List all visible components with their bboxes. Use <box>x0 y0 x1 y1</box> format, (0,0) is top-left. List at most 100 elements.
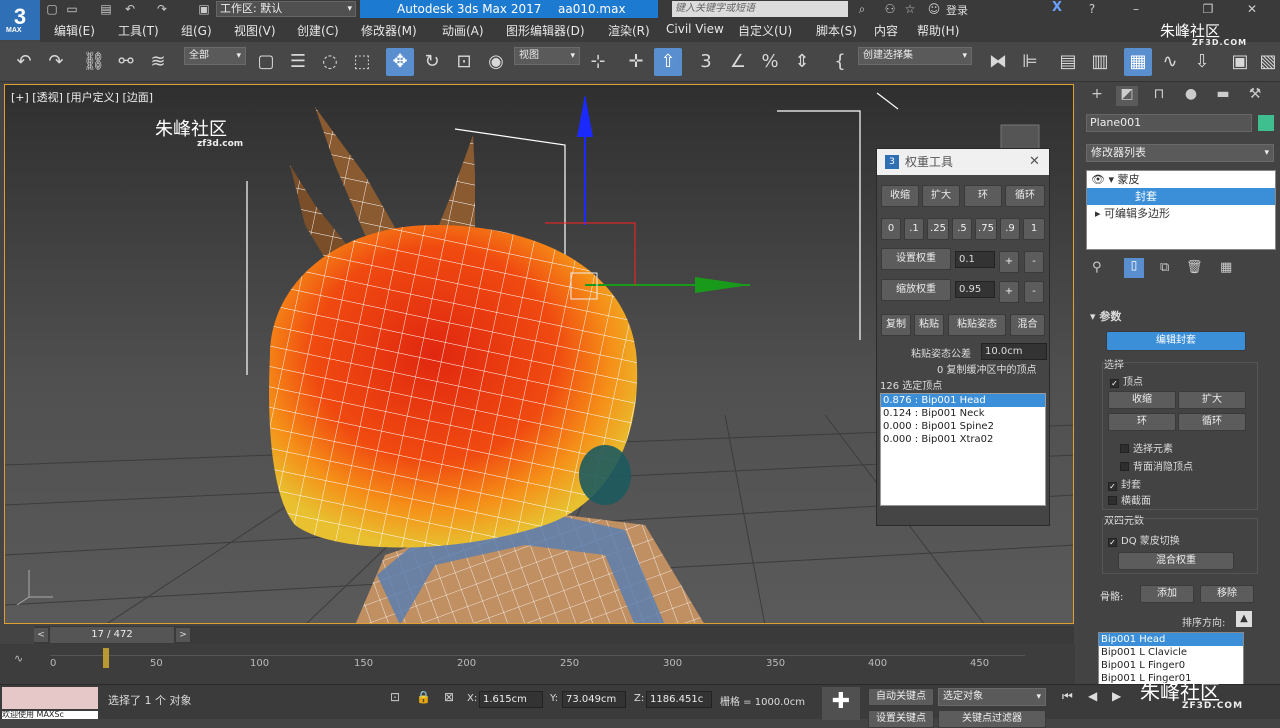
select-manipulate-icon[interactable]: ✛ <box>622 48 650 76</box>
playhead[interactable] <box>102 648 109 668</box>
menu-rendering[interactable]: 渲染(R) <box>608 22 650 39</box>
bind-space-warp-icon[interactable]: ≋ <box>144 48 172 76</box>
absolute-mode-icon[interactable]: ⊠ <box>444 690 454 704</box>
selection-set-dropdown[interactable]: 创建选择集 <box>858 47 972 65</box>
set-weight-spinner[interactable]: 0.1 <box>955 251 995 268</box>
preset-025-button[interactable]: .25 <box>927 218 949 240</box>
percent-snap-icon[interactable]: % <box>756 48 784 76</box>
expand-icon[interactable]: ▸ <box>1095 207 1101 220</box>
modifier-stack[interactable]: 👁 ▾ 蒙皮 封套 ▸ 可编辑多边形 <box>1086 170 1276 250</box>
ring-button[interactable]: 环 <box>964 185 1002 207</box>
add-bone-button[interactable]: 添加 <box>1140 585 1194 603</box>
scene-explorer-icon[interactable]: ▤ <box>1054 48 1082 76</box>
list-item[interactable]: Bip001 Head <box>1099 633 1243 646</box>
isolate-icon[interactable]: ⊡ <box>390 690 400 704</box>
select-object-icon[interactable]: ▢ <box>252 48 280 76</box>
menu-help[interactable]: 帮助(H) <box>917 22 959 39</box>
loop-button[interactable]: 循环 <box>1005 185 1045 207</box>
rotate-icon[interactable]: ↻ <box>418 48 446 76</box>
scale-icon[interactable]: ⊡ <box>450 48 478 76</box>
menu-scripting[interactable]: 脚本(S) <box>816 22 857 39</box>
blend-weights-button[interactable]: 混合权重 <box>1118 552 1234 570</box>
menu-edit[interactable]: 编辑(E) <box>54 22 95 39</box>
community-icon[interactable]: ⚇ <box>882 1 898 17</box>
go-to-start-icon[interactable]: ⏮ <box>1062 689 1073 704</box>
align-icon[interactable]: ⊫ <box>1016 48 1044 76</box>
select-by-name-icon[interactable]: ☰ <box>284 48 312 76</box>
envelopes-checkbox[interactable]: ✓ 封套 <box>1108 476 1141 491</box>
dialog-titlebar[interactable]: 3 权重工具 ✕ <box>877 149 1049 175</box>
stack-item-skin[interactable]: 👁 ▾ 蒙皮 <box>1087 171 1275 188</box>
menu-tools[interactable]: 工具(T) <box>118 22 159 39</box>
shrink-button[interactable]: 收缩 <box>881 185 919 207</box>
save-icon[interactable]: ▤ <box>98 1 114 17</box>
material-editor-icon[interactable]: ▣ <box>1226 48 1254 76</box>
key-filters-button[interactable]: 关键点过滤器 <box>938 710 1046 728</box>
minimize-icon[interactable]: – <box>1128 1 1144 17</box>
dq-toggle-checkbox[interactable]: ✓ DQ 蒙皮切换 <box>1108 532 1180 547</box>
list-item[interactable]: Bip001 L Clavicle <box>1099 646 1243 659</box>
frame-indicator[interactable]: 17 / 472 <box>50 627 174 643</box>
menu-civil-view[interactable]: Civil View <box>666 22 724 36</box>
place-icon[interactable]: ◉ <box>482 48 510 76</box>
workspace-dropdown[interactable]: 工作区: 默认 ▾ <box>216 1 356 17</box>
scale-weight-minus-button[interactable]: - <box>1024 281 1044 303</box>
preset-1-button[interactable]: 1 <box>1023 218 1045 240</box>
ref-coord-dropdown[interactable]: 视图 <box>514 47 580 65</box>
menu-animation[interactable]: 动画(A) <box>442 22 484 39</box>
login-link[interactable]: 登录 <box>946 2 968 18</box>
pivot-center-icon[interactable]: ⊹ <box>584 48 612 76</box>
prev-frame-button[interactable]: < <box>34 628 48 642</box>
weight-list[interactable]: 0.876 : Bip001 Head 0.124 : Bip001 Neck … <box>880 393 1046 506</box>
search-input[interactable]: 键入关键字或短语 <box>672 1 848 17</box>
next-frame-button[interactable]: > <box>176 628 190 642</box>
unlink-icon[interactable]: ⚯ <box>112 48 140 76</box>
selection-region-icon[interactable]: ◌ <box>316 48 344 76</box>
object-name-field[interactable]: Plane001 <box>1086 114 1252 132</box>
pin-stack-icon[interactable]: ⚲ <box>1092 260 1102 275</box>
spinner-snap-icon[interactable]: ⇕ <box>788 48 816 76</box>
shrink-button[interactable]: 收缩 <box>1108 391 1176 409</box>
list-item[interactable]: 0.000 : Bip001 Xtra02 <box>881 433 1045 446</box>
params-rollout-title[interactable]: ▾ 参数 <box>1090 308 1121 324</box>
undo-icon[interactable]: ↶ <box>122 1 138 17</box>
scale-weight-spinner[interactable]: 0.95 <box>955 281 995 298</box>
expand-icon[interactable]: ▾ <box>1108 173 1114 186</box>
mirror-icon[interactable]: ⧓ <box>984 48 1012 76</box>
project-icon[interactable]: ▣ <box>196 1 212 17</box>
cross-sections-checkbox[interactable]: 横截面 <box>1108 492 1151 507</box>
move-icon[interactable]: ✥ <box>386 48 414 76</box>
lock-icon[interactable]: 🔒 <box>416 690 431 704</box>
make-unique-icon[interactable]: ⧉ <box>1160 260 1169 275</box>
hierarchy-tab-icon[interactable]: ⊓ <box>1148 86 1170 106</box>
eye-icon[interactable]: 👁 <box>1091 173 1105 186</box>
link-icon[interactable]: ⛓ <box>80 48 108 76</box>
preset-0-button[interactable]: 0 <box>881 218 901 240</box>
preset-09-button[interactable]: .9 <box>1000 218 1020 240</box>
window-crossing-icon[interactable]: ⬚ <box>348 48 376 76</box>
menu-graph-editors[interactable]: 图形编辑器(D) <box>506 22 585 39</box>
show-end-result-icon[interactable]: ▯ <box>1124 258 1144 278</box>
modifier-list-dropdown[interactable]: 修改器列表 <box>1086 144 1274 162</box>
remove-bone-button[interactable]: 移除 <box>1200 585 1254 603</box>
scale-weight-plus-button[interactable]: + <box>999 281 1019 303</box>
redo-icon[interactable]: ↷ <box>154 1 170 17</box>
selected-object-dropdown[interactable]: 选定对象 <box>938 688 1046 706</box>
modify-tab-icon[interactable]: ◩ <box>1116 86 1138 106</box>
binoculars-icon[interactable]: ⌕ <box>854 1 870 17</box>
app-logo[interactable]: 3 MAX <box>0 0 40 40</box>
prev-key-icon[interactable]: ◀ <box>1088 689 1097 703</box>
angle-snap-icon[interactable]: ∠ <box>724 48 752 76</box>
vertices-checkbox[interactable]: ✓ 顶点 <box>1110 373 1143 388</box>
backface-cull-checkbox[interactable]: 背面消隐顶点 <box>1120 458 1193 473</box>
paste-pos-button[interactable]: 粘贴姿态 <box>948 314 1006 336</box>
list-item[interactable]: Bip001 L Finger0 <box>1099 659 1243 672</box>
selection-filter-dropdown[interactable]: 全部 <box>184 47 246 65</box>
edit-named-sets-icon[interactable]: { <box>826 48 854 76</box>
layer-explorer-icon[interactable]: ▥ <box>1086 48 1114 76</box>
add-time-tag-icon[interactable]: ✚ <box>822 687 860 720</box>
x-coord-field[interactable]: 1.615cm <box>479 691 543 708</box>
z-coord-field[interactable]: 1186.451c <box>646 691 712 708</box>
user-icon[interactable]: ☺ <box>926 1 942 17</box>
help-icon[interactable]: ? <box>1084 1 1100 17</box>
